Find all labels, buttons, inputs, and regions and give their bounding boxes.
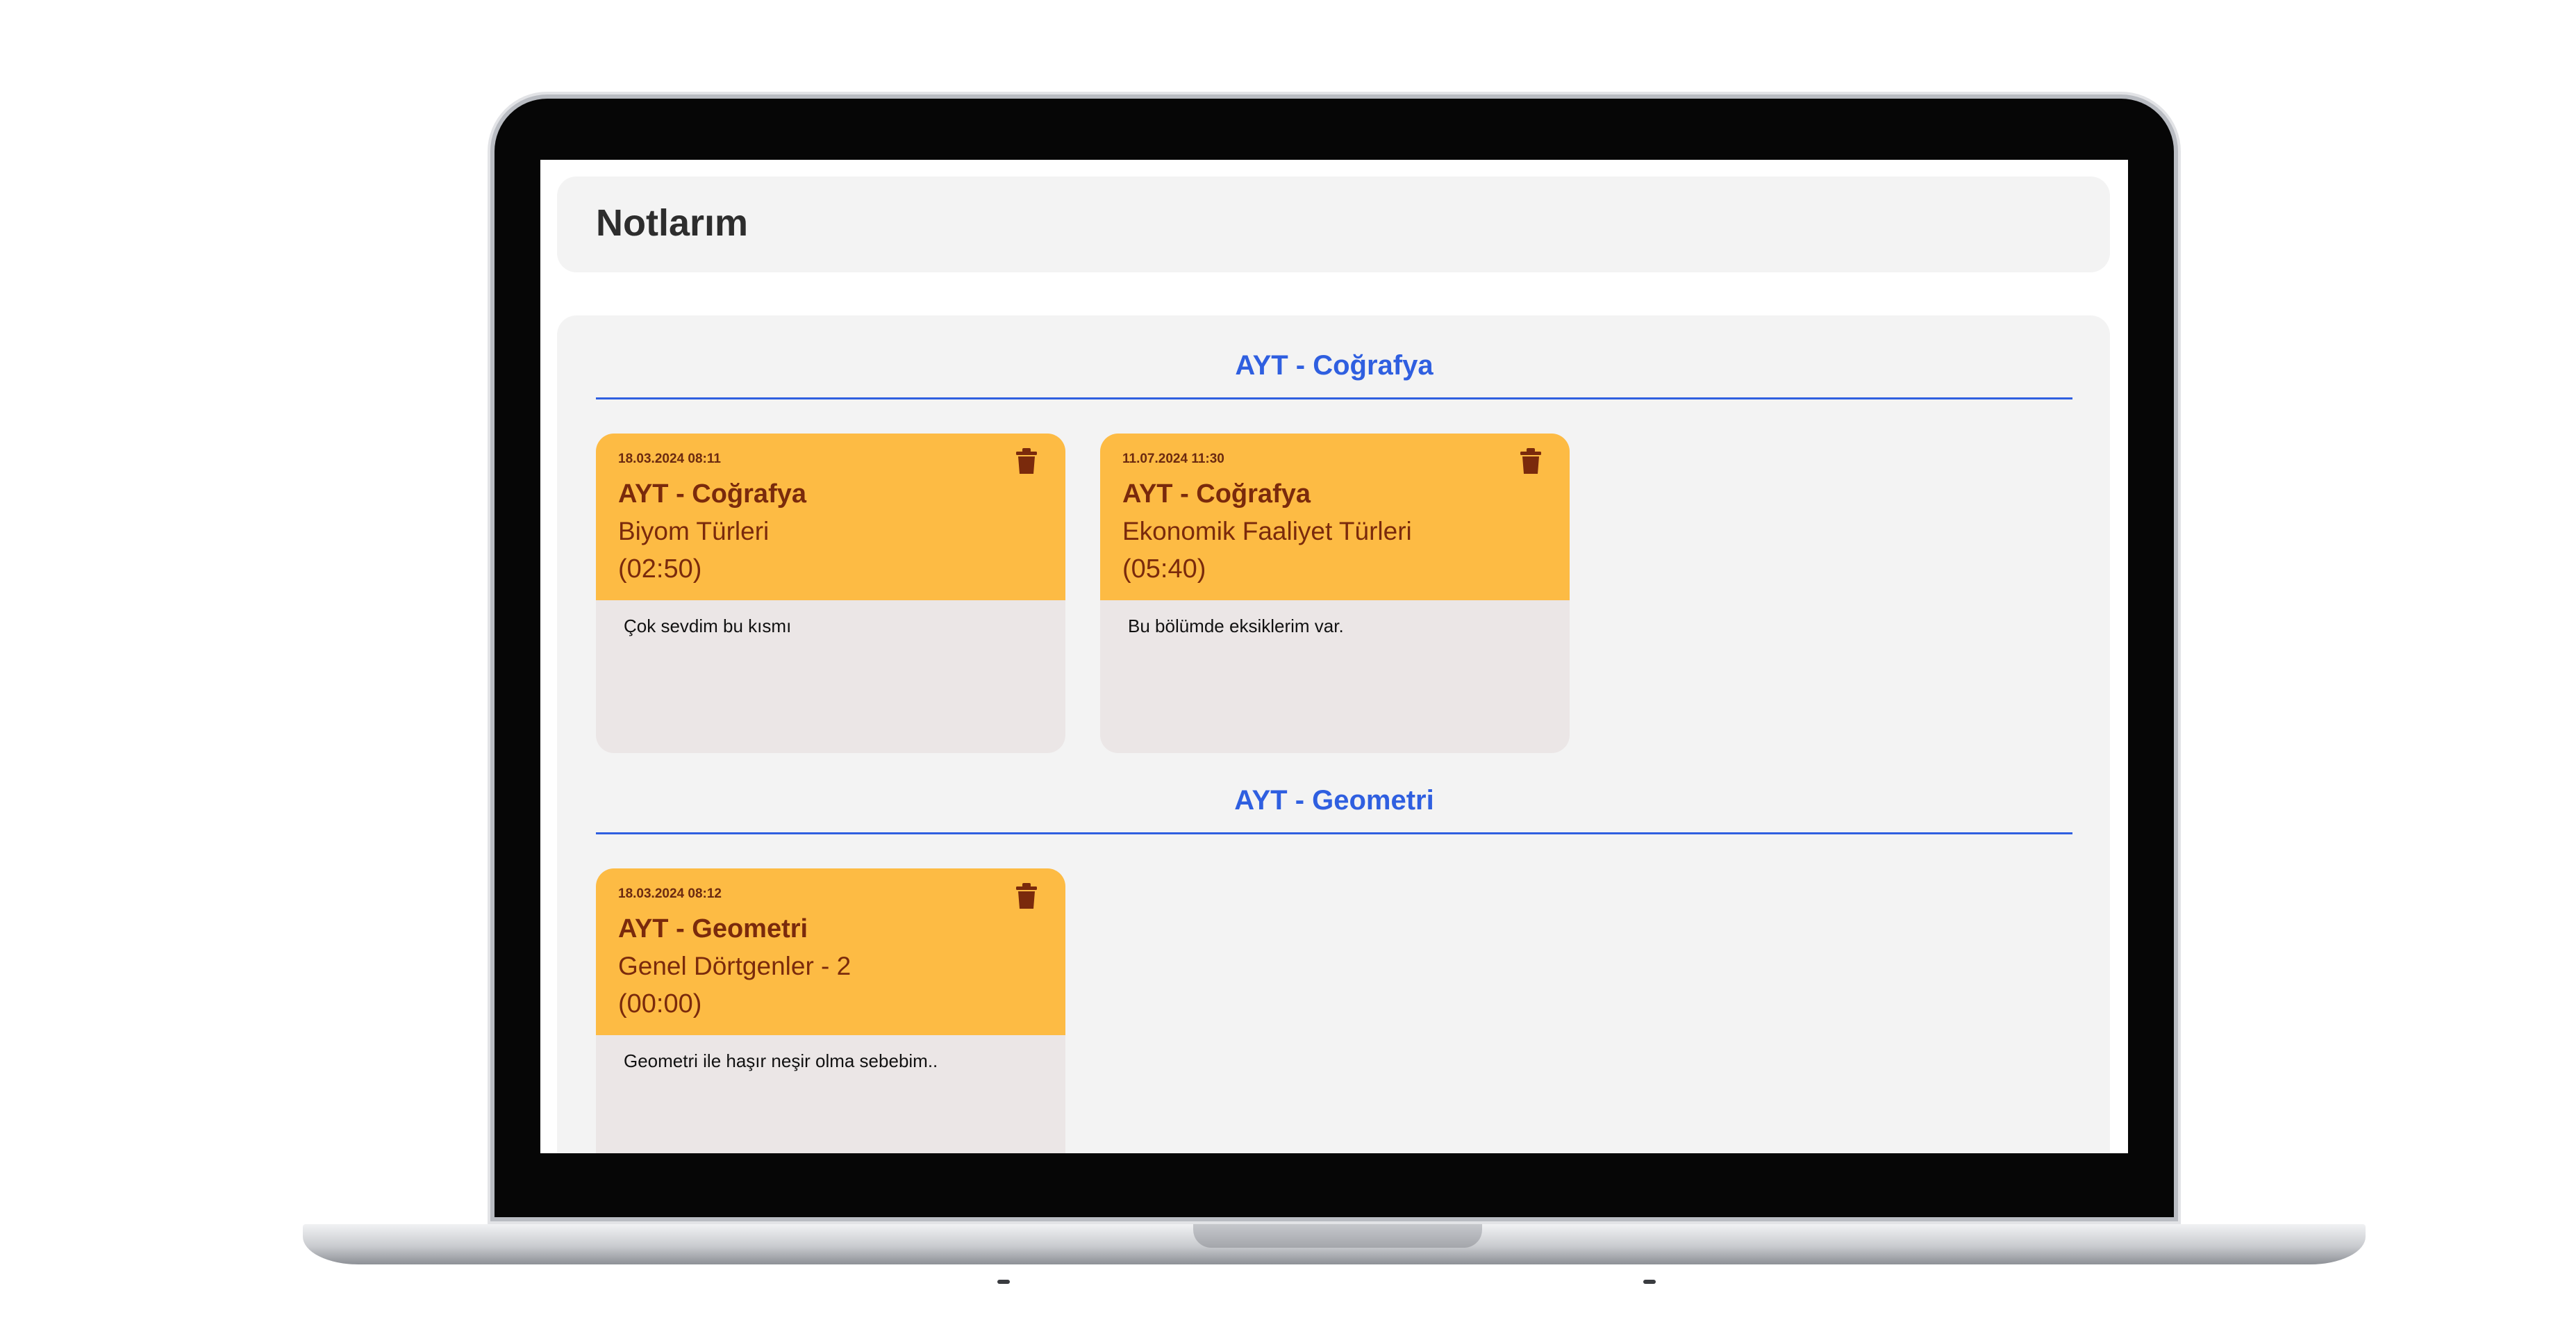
section-divider	[596, 397, 2072, 399]
note-text: Çok sevdim bu kısmı	[624, 616, 792, 636]
page-header: Notlarım	[557, 176, 2110, 272]
note-course: AYT - Coğrafya	[618, 479, 806, 509]
note-text: Geometri ile haşır neşir olma sebebim..	[624, 1050, 938, 1071]
trash-icon[interactable]	[1014, 447, 1039, 475]
note-text: Bu bölümde eksiklerim var.	[1128, 616, 1344, 636]
note-card[interactable]: 18.03.2024 08:11 AYT - Coğrafya Biyom Tü…	[596, 434, 1065, 753]
note-date: 11.07.2024 11:30	[1122, 452, 1224, 466]
note-date: 18.03.2024 08:12	[618, 886, 722, 901]
section-title: AYT - Geometri	[1234, 785, 1434, 816]
note-card-header: 18.03.2024 08:12 AYT - Geometri Genel Dö…	[596, 868, 1065, 1035]
trash-icon[interactable]	[1014, 882, 1039, 910]
note-timestamp: (02:50)	[618, 554, 702, 584]
laptop-foot	[997, 1280, 1010, 1284]
note-course: AYT - Geometri	[618, 914, 808, 943]
note-course: AYT - Coğrafya	[1122, 479, 1311, 509]
laptop-base-notch	[1193, 1224, 1482, 1248]
note-timestamp: (05:40)	[1122, 554, 1206, 584]
note-topic: Ekonomik Faaliyet Türleri	[1122, 517, 1412, 545]
section-divider	[596, 832, 2072, 834]
note-topic: Genel Dörtgenler - 2	[618, 952, 851, 980]
note-card[interactable]: 18.03.2024 08:12 AYT - Geometri Genel Dö…	[596, 868, 1065, 1153]
note-card-header: 18.03.2024 08:11 AYT - Coğrafya Biyom Tü…	[596, 434, 1065, 600]
note-date: 18.03.2024 08:11	[618, 452, 721, 466]
section-title: AYT - Coğrafya	[1235, 350, 1434, 381]
notes-panel: AYT - Coğrafya 18.03.2024 08:11 AYT - Co…	[557, 315, 2110, 1153]
note-card[interactable]: 11.07.2024 11:30 AYT - Coğrafya Ekonomik…	[1100, 434, 1570, 753]
app-screen: Notlarım AYT - Coğrafya 18.03.2024 08:11…	[540, 160, 2128, 1153]
page-title: Notlarım	[596, 202, 749, 244]
note-topic: Biyom Türleri	[618, 517, 770, 545]
note-timestamp: (00:00)	[618, 989, 702, 1018]
trash-icon[interactable]	[1518, 447, 1543, 475]
note-card-header: 11.07.2024 11:30 AYT - Coğrafya Ekonomik…	[1100, 434, 1570, 600]
laptop-foot	[1643, 1280, 1656, 1284]
